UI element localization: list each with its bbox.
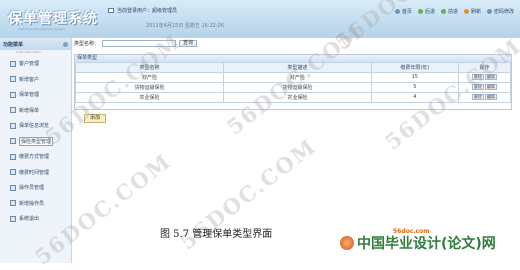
type-desc-cell: 农业保险 [222, 91, 372, 103]
site-logo: 中国毕业设计(论文)网 [340, 233, 496, 253]
policy-type-table: 类型名称 类型描述 缴费年限(年) 操作 财产险 财产险 15 删除 编辑 货物运… [75, 62, 512, 103]
search-label: 类型名称： [74, 41, 100, 47]
type-desc-cell: 财产险 [222, 71, 372, 83]
actions-cell: 删除 编辑 [457, 71, 512, 83]
breadcrumb-text: 当前登录用户：超级管理员 [117, 8, 178, 14]
years-cell: 15 [370, 71, 459, 83]
years-cell: 4 [370, 91, 459, 103]
folder-icon [10, 215, 16, 222]
folder-icon [10, 200, 16, 207]
back-arrow-icon [417, 9, 423, 14]
delete-button[interactable]: 删除 [471, 74, 484, 80]
key-icon [486, 9, 492, 14]
sidebar-item-policy-types[interactable]: 保险类型管理 [0, 134, 71, 150]
folder-icon [10, 122, 16, 129]
app-subtitle: Insurance Management System [18, 27, 66, 31]
page-icon [108, 8, 114, 13]
table-row: 财产险 财产险 15 删除 编辑 [75, 71, 512, 83]
type-name-cell: 农业保险 [75, 91, 224, 103]
sidebar-title: 功能菜单 [3, 41, 24, 48]
type-name-cell: 货物运输保险 [75, 81, 224, 93]
folder-icon [10, 138, 16, 145]
folder-icon [10, 107, 16, 114]
column-header: 类型描述 [222, 62, 372, 73]
folder-icon [10, 60, 16, 67]
sidebar-header: 功能菜单 [0, 38, 71, 50]
policy-type-panel: 保单类型 类型名称 类型描述 缴费年限(年) 操作 财产险 财产险 15 删除编… [74, 54, 512, 110]
column-header: 类型名称 [75, 62, 224, 73]
panel-title: 保单类型 [75, 55, 511, 62]
folder-icon [10, 91, 16, 98]
edit-button[interactable]: 编辑 [484, 94, 497, 100]
column-header: 操作 [457, 62, 512, 73]
sidebar-item-payment-methods[interactable]: 缴费方式管理 [0, 149, 71, 165]
add-button[interactable]: 添加 [84, 114, 107, 123]
table-row: 农业保险 农业保险 4 删除 编辑 [75, 91, 512, 103]
collapse-icon[interactable] [63, 41, 68, 47]
breadcrumb: 当前登录用户：超级管理员 [108, 7, 177, 14]
delete-button[interactable]: 删除 [471, 84, 484, 90]
refresh-icon [463, 9, 469, 14]
logo-mark-icon [340, 236, 354, 250]
forward-button[interactable]: 前进 [440, 8, 458, 15]
sidebar: 功能菜单 FUNCTION MENU 客户管理 新增客户 保单管理 新增保单 保… [0, 38, 72, 263]
toolbar: 首页 后退 前进 刷新 密码修改 [394, 8, 514, 15]
delete-button[interactable]: 删除 [471, 94, 484, 100]
change-password-button[interactable]: 密码修改 [486, 8, 514, 15]
sidebar-item-policies[interactable]: 保单管理 [0, 87, 71, 103]
sidebar-item-payment-periods[interactable]: 缴费时间管理 [0, 165, 71, 181]
sidebar-item-operators[interactable]: 操作员管理 [0, 180, 71, 196]
figure-caption: 图 5.7 管理保单类型界面 [160, 229, 273, 240]
column-header: 缴费年限(年) [370, 62, 459, 73]
query-button[interactable]: 查询 [179, 40, 198, 47]
type-name-input[interactable] [102, 40, 177, 47]
back-button[interactable]: 后退 [417, 8, 435, 15]
type-desc-cell: 货物运输保险 [222, 81, 372, 93]
actions-cell: 删除 编辑 [457, 81, 512, 93]
app-title: 保单管理系统 [8, 11, 98, 27]
folder-icon [10, 169, 16, 176]
table-header-row: 类型名称 类型描述 缴费年限(年) 操作 [75, 62, 512, 73]
sidebar-item-add-operator[interactable]: 新增操作员 [0, 196, 71, 212]
app-header: 保单管理系统 Insurance Management System 当前登录用… [0, 0, 520, 38]
folder-icon [10, 153, 16, 160]
table-row: 货物运输保险 货物运输保险 5 删除 编辑 [75, 81, 512, 93]
sidebar-item-logout[interactable]: 系统退出 [0, 211, 71, 227]
actions-cell: 删除 编辑 [457, 91, 512, 103]
home-button[interactable]: 首页 [394, 8, 412, 15]
refresh-button[interactable]: 刷新 [463, 8, 481, 15]
edit-button[interactable]: 编辑 [484, 84, 497, 90]
years-cell: 5 [370, 81, 459, 93]
sidebar-item-browse-policies[interactable]: 保单信息浏览 [0, 118, 71, 134]
sidebar-item-add-customer[interactable]: 新增客户 [0, 72, 71, 88]
type-name-cell: 财产险 [75, 71, 224, 83]
forward-arrow-icon [440, 9, 446, 14]
folder-icon [10, 76, 16, 83]
sidebar-item-add-policy[interactable]: 新增保单 [0, 103, 71, 119]
sidebar-item-customers[interactable]: 客户管理 [0, 56, 71, 72]
datetime: 2011年4月15日 星期五 16:22:06 [146, 23, 224, 29]
edit-button[interactable]: 编辑 [484, 74, 497, 80]
home-icon [394, 9, 400, 14]
folder-icon [10, 184, 16, 191]
search-bar: 类型名称： 查询 [74, 40, 198, 47]
logo-text: 中国毕业设计(论文)网 [357, 236, 496, 252]
